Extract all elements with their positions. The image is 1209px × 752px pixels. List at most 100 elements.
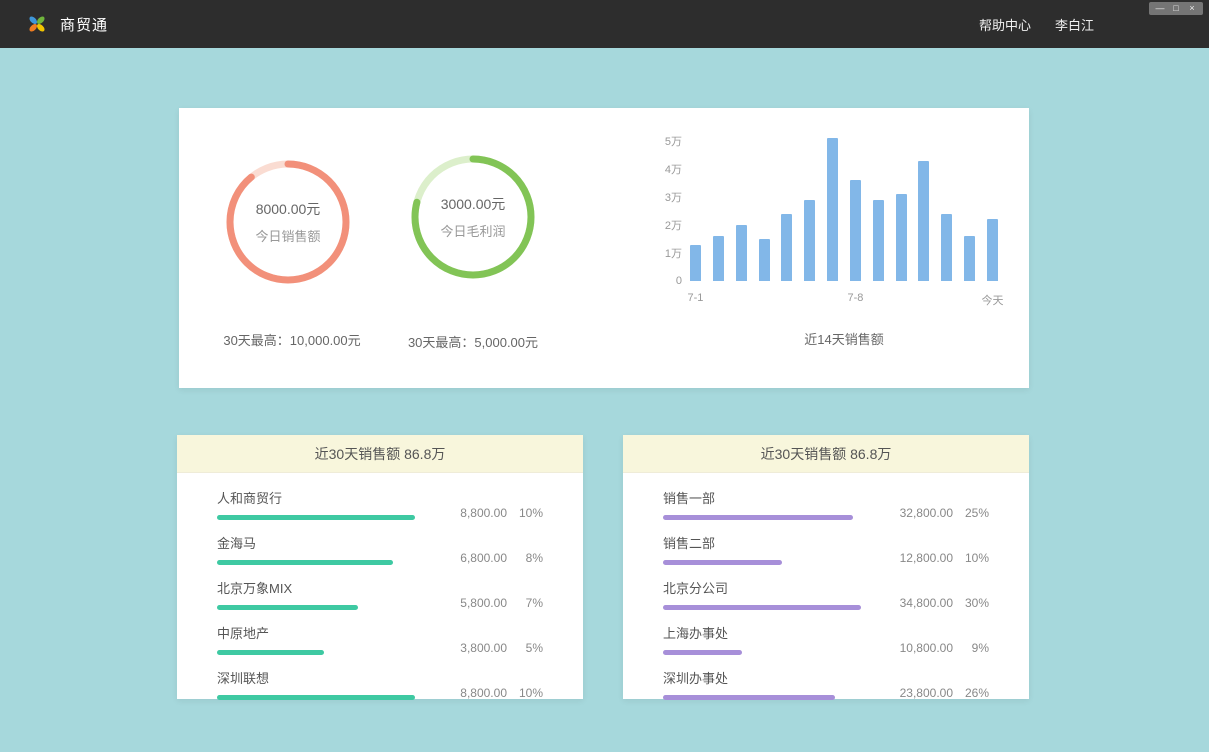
row-progress-fill xyxy=(217,605,358,610)
list-item: 销售一部 32,800.00 25% xyxy=(663,488,989,520)
chart-grid: 5万4万3万2万1万0 xyxy=(690,141,998,281)
customer-rows: 人和商贸行 8,800.00 10% 金海马 6,800.00 8% 北京万象M… xyxy=(177,473,583,700)
row-amount: 10,800.00 xyxy=(871,641,953,655)
row-stats: 8,800.00 10% xyxy=(425,686,543,700)
x-tick-label: 今天 xyxy=(982,292,1004,308)
row-left: 北京分公司 xyxy=(663,578,861,610)
row-progress-fill xyxy=(217,695,415,700)
titlebar-nav: 帮助中心 李白江 xyxy=(979,0,1094,48)
row-progress-bar xyxy=(663,695,861,700)
row-left: 销售二部 xyxy=(663,533,861,565)
row-amount: 34,800.00 xyxy=(871,596,953,610)
department-sales-panel: 近30天销售额 86.8万 销售一部 32,800.00 25% 销售二部 12… xyxy=(623,435,1029,699)
sales-14d-chart: 5万4万3万2万1万0 7-17-8今天 近14天销售额 xyxy=(640,141,1005,348)
row-percent: 9% xyxy=(953,641,989,655)
bar xyxy=(759,239,770,281)
bar xyxy=(918,161,929,281)
row-name: 北京分公司 xyxy=(663,578,861,597)
today-sales-value: 8000.00元 xyxy=(256,199,321,219)
titlebar: 商贸通 帮助中心 李白江 — □ × xyxy=(0,0,1209,48)
row-progress-bar xyxy=(663,605,861,610)
row-percent: 26% xyxy=(953,686,989,700)
bar xyxy=(964,236,975,281)
customer-panel-title: 近30天销售额 86.8万 xyxy=(177,435,583,473)
row-amount: 8,800.00 xyxy=(425,506,507,520)
bar-plot xyxy=(690,141,998,281)
row-percent: 25% xyxy=(953,506,989,520)
department-rows: 销售一部 32,800.00 25% 销售二部 12,800.00 10% 北京… xyxy=(623,473,1029,700)
list-item: 北京万象MIX 5,800.00 7% xyxy=(217,578,543,610)
bar xyxy=(987,219,998,281)
row-amount: 3,800.00 xyxy=(425,641,507,655)
row-amount: 8,800.00 xyxy=(425,686,507,700)
row-progress-bar xyxy=(217,515,415,520)
row-name: 销售二部 xyxy=(663,533,861,552)
y-tick-label: 1万 xyxy=(640,245,682,261)
y-tick-label: 4万 xyxy=(640,161,682,177)
today-profit-label: 今日毛利润 xyxy=(440,221,505,240)
row-stats: 6,800.00 8% xyxy=(425,551,543,565)
bar xyxy=(941,214,952,281)
row-progress-fill xyxy=(217,515,415,520)
row-left: 中原地产 xyxy=(217,623,415,655)
list-item: 上海办事处 10,800.00 9% xyxy=(663,623,989,655)
list-item: 金海马 6,800.00 8% xyxy=(217,533,543,565)
y-tick-label: 0 xyxy=(640,275,682,287)
row-stats: 32,800.00 25% xyxy=(871,506,989,520)
app-title: 商贸通 xyxy=(60,14,108,35)
today-profit-ring: 3000.00元 今日毛利润 xyxy=(406,150,540,284)
ring-center-text: 8000.00元 今日销售额 xyxy=(221,155,355,289)
row-progress-bar xyxy=(663,515,861,520)
user-name-link[interactable]: 李白江 xyxy=(1055,15,1094,34)
row-percent: 10% xyxy=(953,551,989,565)
bar xyxy=(850,180,861,281)
minimize-icon[interactable]: — xyxy=(1153,2,1167,15)
row-left: 上海办事处 xyxy=(663,623,861,655)
department-panel-title: 近30天销售额 86.8万 xyxy=(623,435,1029,473)
row-name: 销售一部 xyxy=(663,488,861,507)
today-sales-ring: 8000.00元 今日销售额 xyxy=(221,155,355,289)
row-progress-bar xyxy=(217,695,415,700)
maximize-icon[interactable]: □ xyxy=(1169,2,1183,15)
overview-card: 8000.00元 今日销售额 30天最高：10,000.00元 3000.00元… xyxy=(179,108,1029,388)
window-controls: — □ × xyxy=(1149,2,1203,15)
row-name: 深圳联想 xyxy=(217,668,415,687)
ring-center-text: 3000.00元 今日毛利润 xyxy=(406,150,540,284)
row-stats: 3,800.00 5% xyxy=(425,641,543,655)
today-profit-footnote: 30天最高：5,000.00元 xyxy=(363,332,583,351)
bar xyxy=(736,225,747,281)
row-progress-fill xyxy=(663,560,782,565)
x-tick-label: 7-8 xyxy=(847,292,863,304)
row-percent: 8% xyxy=(507,551,543,565)
help-center-link[interactable]: 帮助中心 xyxy=(979,15,1031,34)
row-progress-fill xyxy=(663,695,835,700)
bar xyxy=(713,236,724,281)
row-percent: 10% xyxy=(507,506,543,520)
row-name: 北京万象MIX xyxy=(217,578,415,597)
today-profit-value: 3000.00元 xyxy=(441,194,506,214)
row-progress-fill xyxy=(663,515,853,520)
row-stats: 8,800.00 10% xyxy=(425,506,543,520)
y-tick-label: 5万 xyxy=(640,133,682,149)
bar xyxy=(896,194,907,281)
row-progress-bar xyxy=(663,650,861,655)
row-name: 中原地产 xyxy=(217,623,415,642)
row-amount: 23,800.00 xyxy=(871,686,953,700)
row-amount: 5,800.00 xyxy=(425,596,507,610)
row-progress-bar xyxy=(217,560,415,565)
row-left: 深圳联想 xyxy=(217,668,415,700)
row-percent: 5% xyxy=(507,641,543,655)
row-progress-bar xyxy=(217,650,415,655)
list-item: 销售二部 12,800.00 10% xyxy=(663,533,989,565)
row-name: 深圳办事处 xyxy=(663,668,861,687)
list-item: 深圳办事处 23,800.00 26% xyxy=(663,668,989,700)
row-progress-bar xyxy=(217,605,415,610)
close-icon[interactable]: × xyxy=(1185,2,1199,15)
row-left: 深圳办事处 xyxy=(663,668,861,700)
row-amount: 12,800.00 xyxy=(871,551,953,565)
y-axis: 5万4万3万2万1万0 xyxy=(640,141,682,281)
list-item: 北京分公司 34,800.00 30% xyxy=(663,578,989,610)
x-tick-label: 7-1 xyxy=(688,292,704,304)
bar xyxy=(781,214,792,281)
bar xyxy=(827,138,838,281)
